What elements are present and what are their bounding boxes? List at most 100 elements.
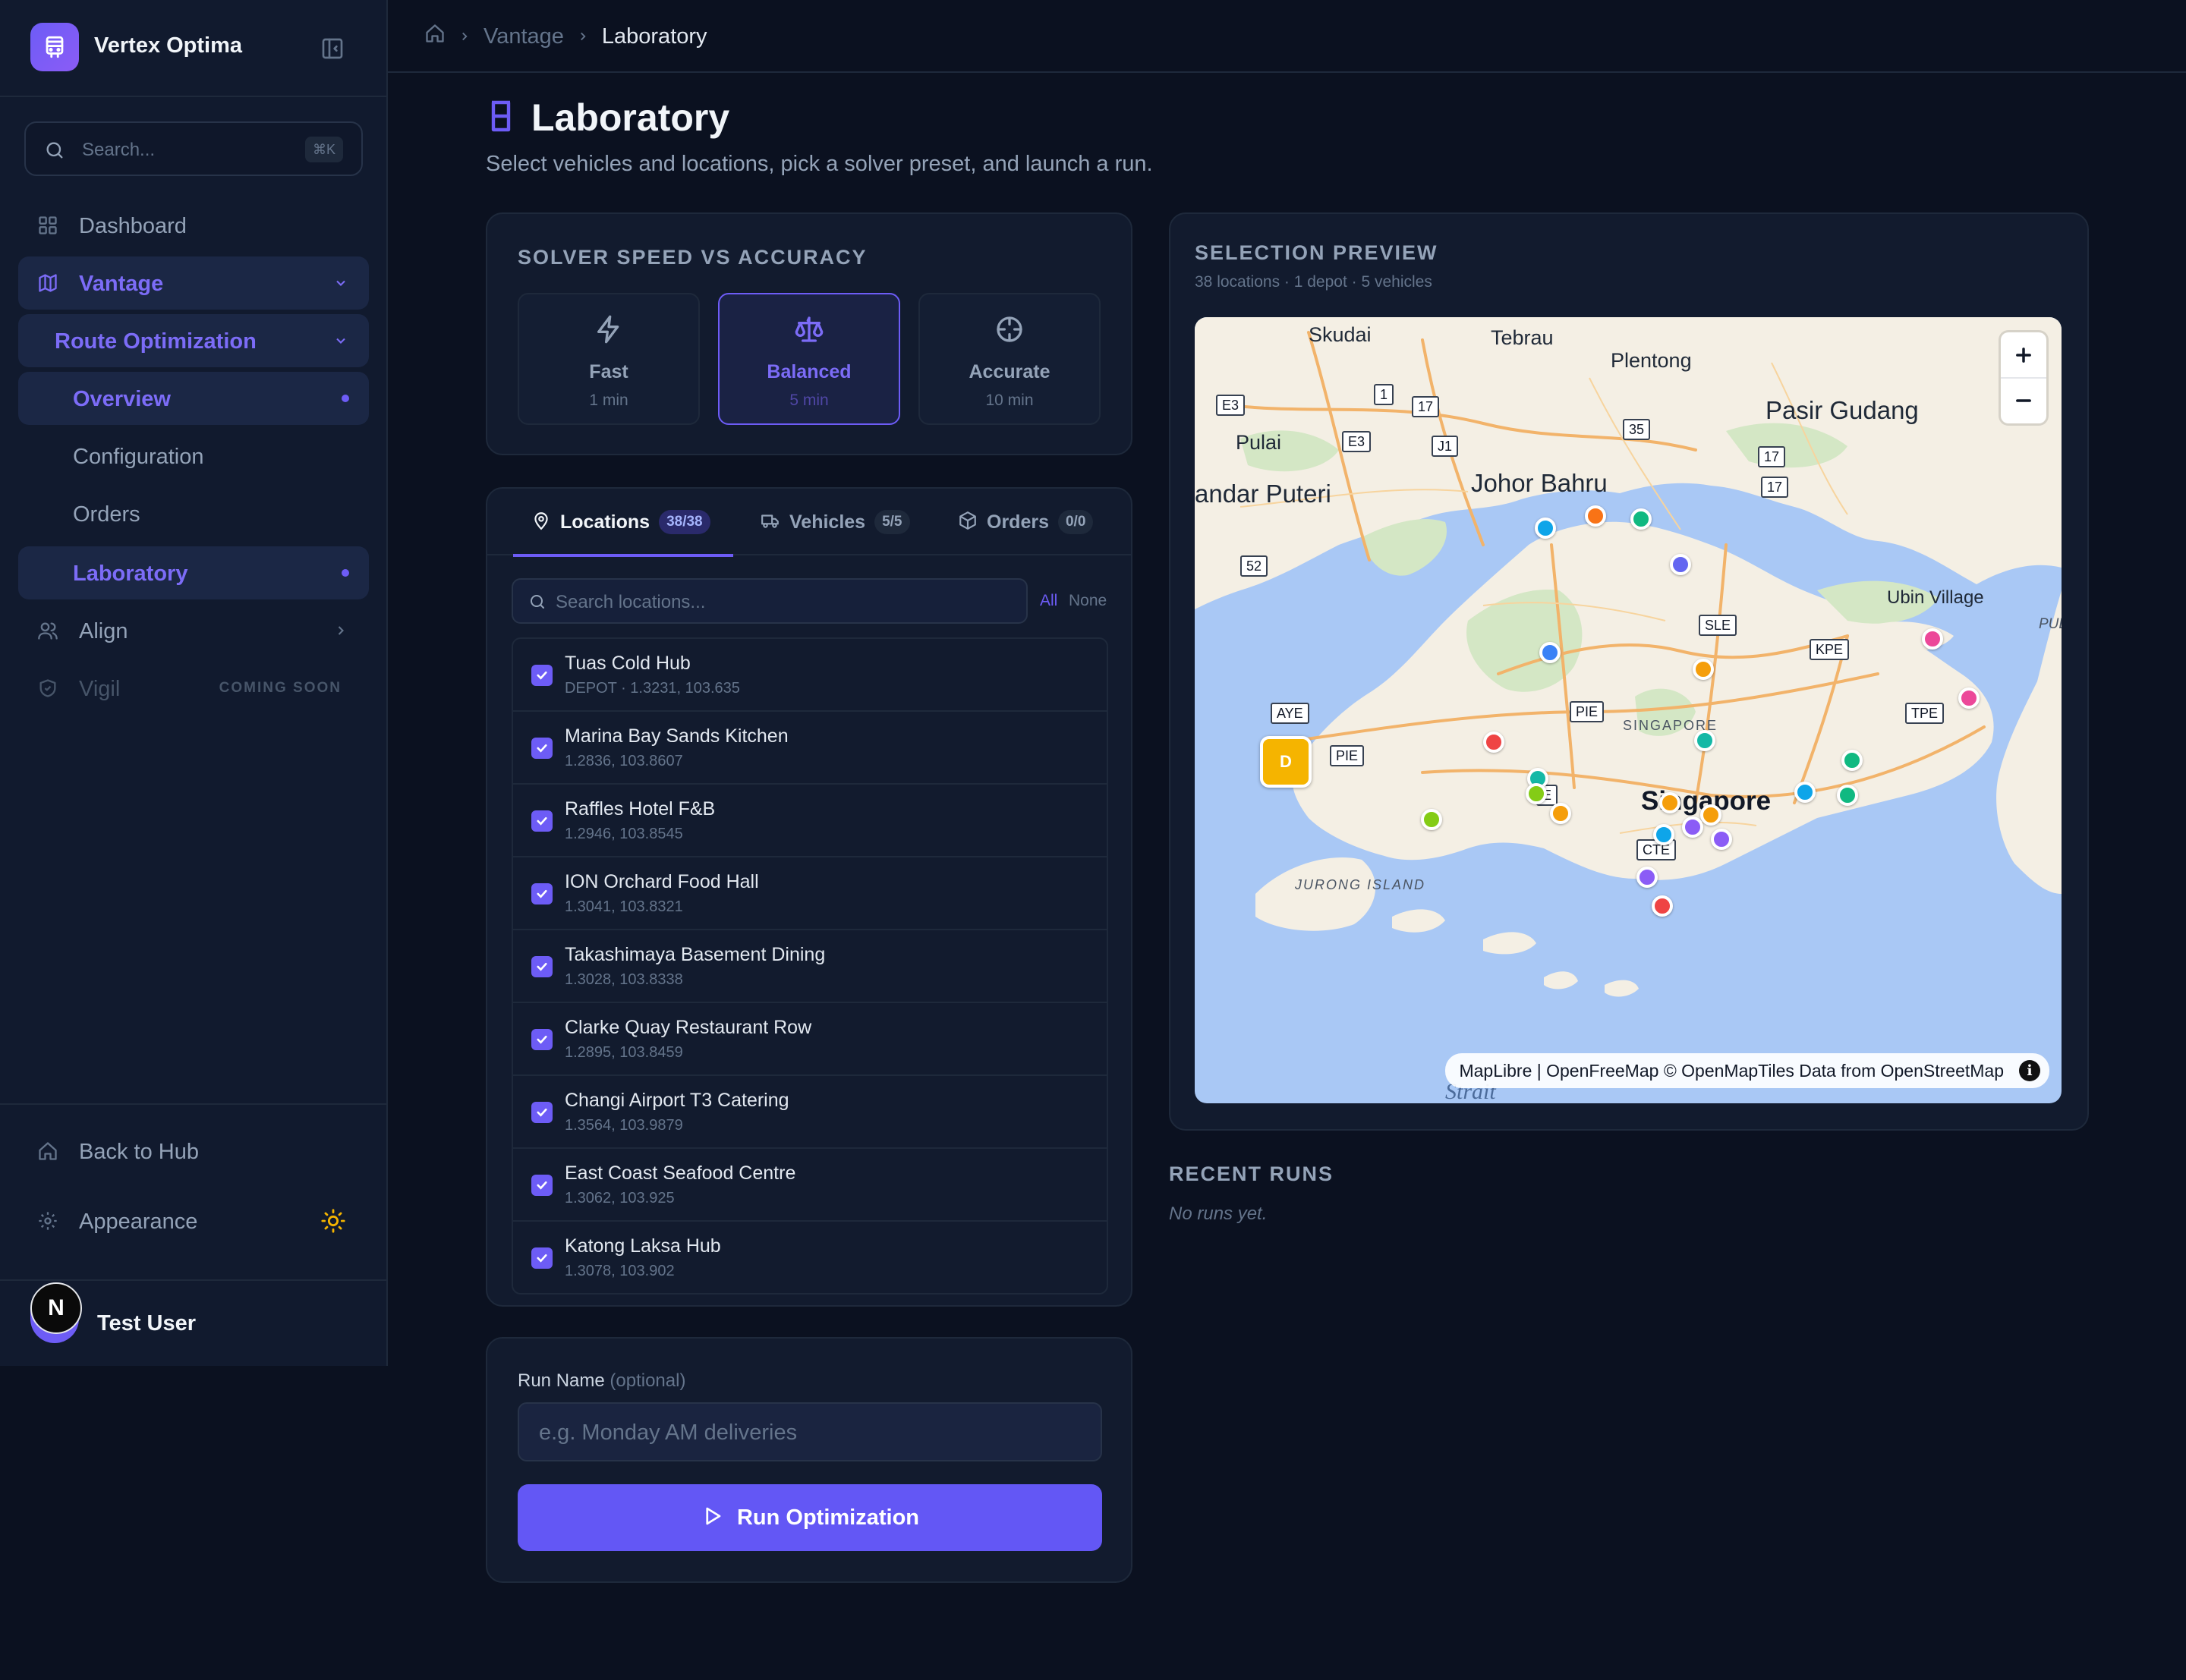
appearance-button[interactable]: Appearance [18,1194,369,1247]
checkbox-checked[interactable] [531,1102,553,1123]
tab-badge: 5/5 [874,510,910,534]
sidebar-item-dashboard[interactable]: Dashboard [18,199,369,252]
location-pin[interactable] [1652,895,1673,917]
location-name: Raffles Hotel F&B [565,798,716,820]
chevron-right-icon [576,24,590,49]
location-pin[interactable] [1922,628,1943,650]
pin-icon [531,511,551,534]
sidebar-item-label: Back to Hub [79,1140,199,1164]
checkbox-checked[interactable] [531,665,553,686]
list-item[interactable]: Changi Airport T3 Catering 1.3564, 103.9… [513,1076,1107,1149]
zoom-in-button[interactable] [2001,332,2046,378]
checkbox-checked[interactable] [531,1175,553,1196]
location-pin[interactable] [1653,824,1674,845]
location-pin[interactable] [1794,782,1816,803]
topbar: Vantage Laboratory [388,0,2186,73]
breadcrumb-vantage[interactable]: Vantage [484,24,564,49]
page-subtitle: Select vehicles and locations, pick a so… [486,152,1153,176]
info-icon[interactable]: i [2019,1060,2040,1081]
preset-balanced-button[interactable]: Balanced 5 min [718,293,900,425]
location-pin[interactable] [1837,785,1858,806]
sidebar-item-orders[interactable]: Orders [18,487,369,540]
location-pin[interactable] [1682,816,1703,838]
checkbox-checked[interactable] [531,738,553,759]
select-none-link[interactable]: None [1069,592,1107,610]
sun-icon[interactable] [320,1208,346,1234]
collapse-sidebar-icon[interactable] [319,35,346,62]
run-card: Run Name (optional) e.g. Monday AM deliv… [486,1337,1132,1583]
location-pin[interactable] [1670,554,1691,575]
road-shield: TPE [1905,703,1945,724]
location-pin[interactable] [1693,659,1714,680]
location-pin[interactable] [1585,505,1606,527]
location-pin[interactable] [1700,804,1721,826]
attribution-text: MapLibre | OpenFreeMap © OpenMapTiles Da… [1459,1061,2004,1081]
location-pin[interactable] [1550,803,1571,824]
play-icon [701,1505,723,1531]
location-pin[interactable] [1841,750,1863,771]
zoom-out-button[interactable] [2001,378,2046,423]
sidebar-item-vantage[interactable]: Vantage [18,256,369,310]
list-item[interactable]: East Coast Seafood Centre 1.3062, 103.92… [513,1149,1107,1222]
sidebar-item-route-optimization[interactable]: Route Optimization [18,314,369,367]
road-shield: KPE [1810,639,1850,660]
sidebar-item-align[interactable]: Align [18,604,369,657]
list-item[interactable]: Takashimaya Basement Dining 1.3028, 103.… [513,930,1107,1003]
user-profile[interactable]: N Test User [0,1279,386,1366]
map-view[interactable]: Strait Skudai Tebrau Plentong Pasir Guda… [1195,317,2062,1103]
list-item[interactable]: Tuas Cold Hub DEPOT · 1.3231, 103.635 [513,639,1107,712]
sidebar-item-configuration[interactable]: Configuration [18,429,369,483]
location-pin[interactable] [1958,687,1980,709]
checkbox-checked[interactable] [531,810,553,832]
map-attribution[interactable]: MapLibre | OpenFreeMap © OpenMapTiles Da… [1445,1053,2049,1088]
preset-accurate-button[interactable]: Accurate 10 min [918,293,1101,425]
run-name-label: Run Name (optional) [518,1370,685,1392]
back-to-hub-button[interactable]: Back to Hub [18,1125,369,1178]
location-pin[interactable] [1483,731,1504,753]
checkbox-checked[interactable] [531,1029,553,1050]
list-item[interactable]: ION Orchard Food Hall 1.3041, 103.8321 [513,857,1107,930]
road-shield: PIE [1570,701,1605,722]
depot-marker[interactable]: D [1260,736,1312,788]
checkbox-checked[interactable] [531,956,553,977]
location-pin[interactable] [1694,730,1715,751]
run-optimization-button[interactable]: Run Optimization [518,1484,1102,1551]
tab-vehicles[interactable]: Vehicles 5/5 [742,489,928,555]
list-item[interactable]: Marina Bay Sands Kitchen 1.2836, 103.860… [513,712,1107,785]
sidebar-item-label: Laboratory [73,562,188,586]
tab-orders[interactable]: Orders 0/0 [940,489,1111,555]
location-search-input[interactable]: Search locations... [512,578,1028,624]
crosshair-icon [920,314,1099,344]
location-pin[interactable] [1526,783,1547,804]
location-pin[interactable] [1630,508,1652,530]
sidebar-item-vigil: Vigil COMING SOON [18,662,369,715]
select-all-link[interactable]: All [1040,592,1057,610]
sidebar-item-overview[interactable]: Overview [18,372,369,425]
checkbox-checked[interactable] [531,883,553,904]
location-pin[interactable] [1711,829,1732,850]
run-name-input[interactable]: e.g. Monday AM deliveries [518,1402,1102,1461]
run-name-label-text: Run Name [518,1370,605,1391]
location-name: Marina Bay Sands Kitchen [565,725,789,747]
home-icon[interactable] [424,23,446,50]
location-pin[interactable] [1535,518,1556,539]
sidebar-item-laboratory[interactable]: Laboratory [18,546,369,599]
location-pin[interactable] [1659,792,1680,813]
sidebar-search-input[interactable]: Search... ⌘K [24,121,363,176]
list-item[interactable]: Clarke Quay Restaurant Row 1.2895, 103.8… [513,1003,1107,1076]
list-item[interactable]: Raffles Hotel F&B 1.2946, 103.8545 [513,785,1107,857]
location-pin[interactable] [1539,642,1561,663]
map-label: Tebrau [1491,326,1554,349]
tab-locations[interactable]: Locations 38/38 [513,489,733,557]
location-pin[interactable] [1421,809,1442,830]
location-pin[interactable] [1636,867,1658,888]
location-coords: 1.3041, 103.8321 [565,898,683,915]
sidebar-item-label: Vigil [79,677,121,701]
sidebar: Vertex Optima Search... ⌘K Dashboard Van… [0,0,388,1366]
checkbox-checked[interactable] [531,1247,553,1269]
list-item[interactable]: Katong Laksa Hub 1.3078, 103.902 [513,1222,1107,1293]
location-coords: 1.2836, 103.8607 [565,753,683,769]
road-shield: PIE [1330,745,1365,766]
preset-fast-button[interactable]: Fast 1 min [518,293,700,425]
chevron-right-icon [458,24,471,49]
